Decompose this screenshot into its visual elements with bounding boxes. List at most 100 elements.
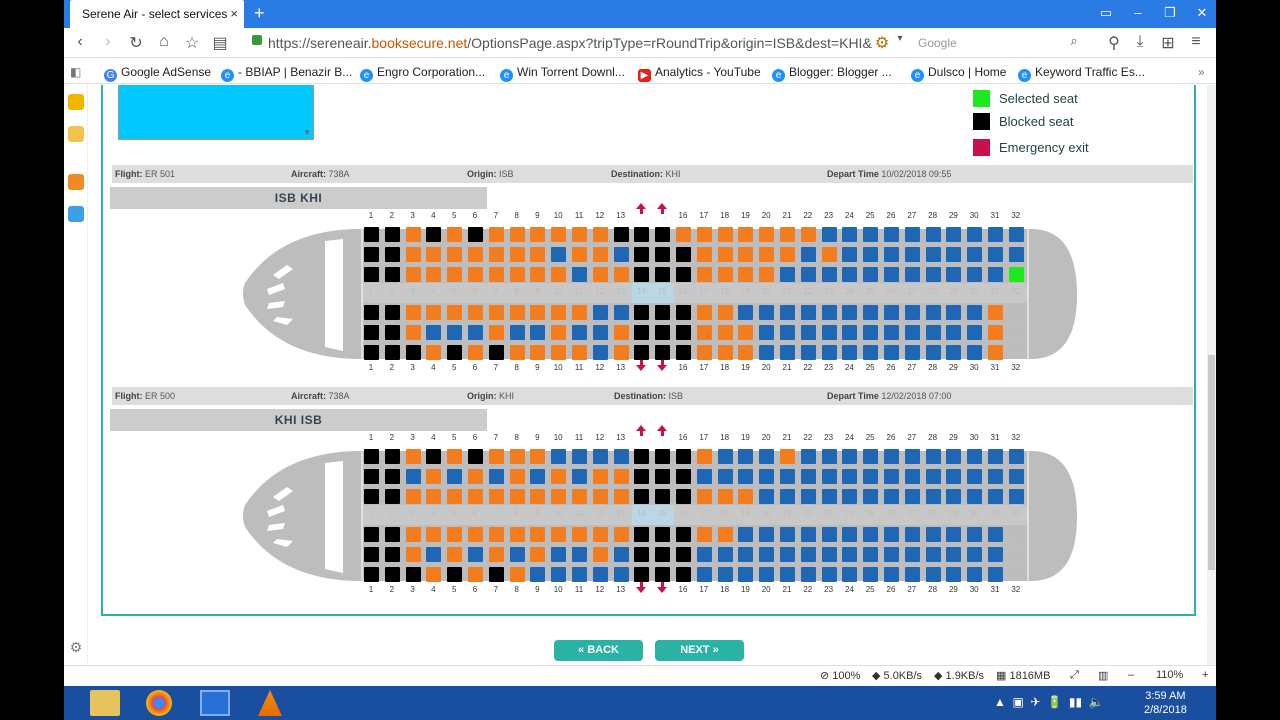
seat-blue[interactable] xyxy=(988,489,1003,504)
seat-blue[interactable] xyxy=(925,547,941,562)
seat-blue[interactable] xyxy=(884,227,899,242)
seat-blue[interactable] xyxy=(405,469,421,484)
file-explorer-icon[interactable] xyxy=(90,690,120,716)
seat-green[interactable] xyxy=(1008,267,1024,282)
seat-orange[interactable] xyxy=(405,267,421,282)
seat-blue[interactable] xyxy=(842,449,858,464)
seat-orange[interactable] xyxy=(488,227,504,242)
seat-blue[interactable] xyxy=(967,547,983,562)
seat-blue[interactable] xyxy=(863,469,879,484)
seat-orange[interactable] xyxy=(592,227,608,242)
seat-orange[interactable] xyxy=(530,489,546,504)
bookmark-engro[interactable]: e Engro Corporation... xyxy=(360,65,485,82)
seat-blue[interactable] xyxy=(925,227,941,242)
seat-blue[interactable] xyxy=(821,345,837,360)
maximize-icon[interactable]: ❐ xyxy=(1160,5,1180,21)
seat-orange[interactable] xyxy=(509,469,525,484)
seat-blue[interactable] xyxy=(821,489,837,504)
download-icon[interactable]: ⤓ xyxy=(1130,33,1150,51)
seat-blue[interactable] xyxy=(780,267,795,282)
zoom-in-icon[interactable]: + xyxy=(1202,669,1208,681)
zoom-out-icon[interactable]: – xyxy=(1128,669,1134,681)
seat-orange[interactable] xyxy=(613,469,629,484)
seat-blue[interactable] xyxy=(842,527,858,542)
seat-orange[interactable] xyxy=(468,567,483,582)
seat-blue[interactable] xyxy=(863,567,879,582)
seat-blue[interactable] xyxy=(572,547,587,562)
seat-blue[interactable] xyxy=(759,469,775,484)
seat-orange[interactable] xyxy=(821,247,837,262)
seat-blue[interactable] xyxy=(884,527,899,542)
seat-blue[interactable] xyxy=(863,345,879,360)
seat-blue[interactable] xyxy=(1008,469,1024,484)
minimize-icon[interactable]: – xyxy=(1128,5,1148,20)
sidebar-toggle-icon[interactable]: ▭ xyxy=(1096,5,1116,21)
seat-orange[interactable] xyxy=(447,227,463,242)
seat-blue[interactable] xyxy=(842,547,858,562)
seat-blue[interactable] xyxy=(821,547,837,562)
seat-orange[interactable] xyxy=(447,305,463,320)
seat-blue[interactable] xyxy=(759,547,775,562)
seat-orange[interactable] xyxy=(696,489,712,504)
seat-orange[interactable] xyxy=(405,325,421,340)
seat-orange[interactable] xyxy=(738,489,754,504)
seat-blue[interactable] xyxy=(759,449,775,464)
seat-orange[interactable] xyxy=(509,489,525,504)
seat-orange[interactable] xyxy=(696,227,712,242)
seat-orange[interactable] xyxy=(468,345,483,360)
seat-orange[interactable] xyxy=(717,345,733,360)
seat-blue[interactable] xyxy=(551,567,567,582)
seat-blue[interactable] xyxy=(904,527,920,542)
seat-blue[interactable] xyxy=(842,227,858,242)
seat-blue[interactable] xyxy=(925,305,941,320)
seat-blue[interactable] xyxy=(800,345,816,360)
fullscreen-icon[interactable]: ⤢ xyxy=(1070,669,1079,682)
seat-orange[interactable] xyxy=(717,527,733,542)
seat-blue[interactable] xyxy=(904,267,920,282)
seat-orange[interactable] xyxy=(613,267,629,282)
seat-orange[interactable] xyxy=(592,547,608,562)
seat-blue[interactable] xyxy=(426,547,442,562)
seat-orange[interactable] xyxy=(530,267,546,282)
seat-blue[interactable] xyxy=(800,489,816,504)
seat-orange[interactable] xyxy=(551,267,567,282)
seat-blue[interactable] xyxy=(780,489,795,504)
seat-blue[interactable] xyxy=(884,247,899,262)
seat-blue[interactable] xyxy=(759,345,775,360)
seat-orange[interactable] xyxy=(426,567,442,582)
bookmark-keyword-traffic[interactable]: e Keyword Traffic Es... xyxy=(1018,65,1145,82)
seat-blue[interactable] xyxy=(946,567,962,582)
seat-blue[interactable] xyxy=(800,267,816,282)
seat-blue[interactable] xyxy=(967,449,983,464)
seat-blue[interactable] xyxy=(759,489,775,504)
seat-blue[interactable] xyxy=(967,267,983,282)
seat-blue[interactable] xyxy=(447,325,463,340)
more-bookmarks-icon[interactable]: » xyxy=(1198,65,1205,79)
seat-blue[interactable] xyxy=(988,227,1003,242)
seat-orange[interactable] xyxy=(468,305,483,320)
seat-blue[interactable] xyxy=(696,469,712,484)
seat-orange[interactable] xyxy=(447,547,463,562)
seat-blue[interactable] xyxy=(780,527,795,542)
seat-blue[interactable] xyxy=(988,469,1003,484)
scroll-down-icon[interactable]: ▼ xyxy=(303,128,311,137)
seat-blue[interactable] xyxy=(863,489,879,504)
seat-blue[interactable] xyxy=(946,247,962,262)
seat-orange[interactable] xyxy=(426,345,442,360)
seat-blue[interactable] xyxy=(738,449,754,464)
seat-blue[interactable] xyxy=(925,449,941,464)
seat-blue[interactable] xyxy=(759,305,775,320)
account-icon[interactable]: ⚲ xyxy=(1104,33,1124,53)
seat-orange[interactable] xyxy=(572,527,587,542)
seat-blue[interactable] xyxy=(904,489,920,504)
seat-blue[interactable] xyxy=(967,489,983,504)
bookmark-google-adsense[interactable]: G Google AdSense xyxy=(104,65,211,82)
seat-orange[interactable] xyxy=(613,325,629,340)
seat-blue[interactable] xyxy=(863,527,879,542)
seat-blue[interactable] xyxy=(842,489,858,504)
seat-blue[interactable] xyxy=(780,305,795,320)
seat-blue[interactable] xyxy=(551,247,567,262)
vlc-icon[interactable] xyxy=(258,690,282,716)
seat-orange[interactable] xyxy=(405,489,421,504)
seat-blue[interactable] xyxy=(988,527,1003,542)
